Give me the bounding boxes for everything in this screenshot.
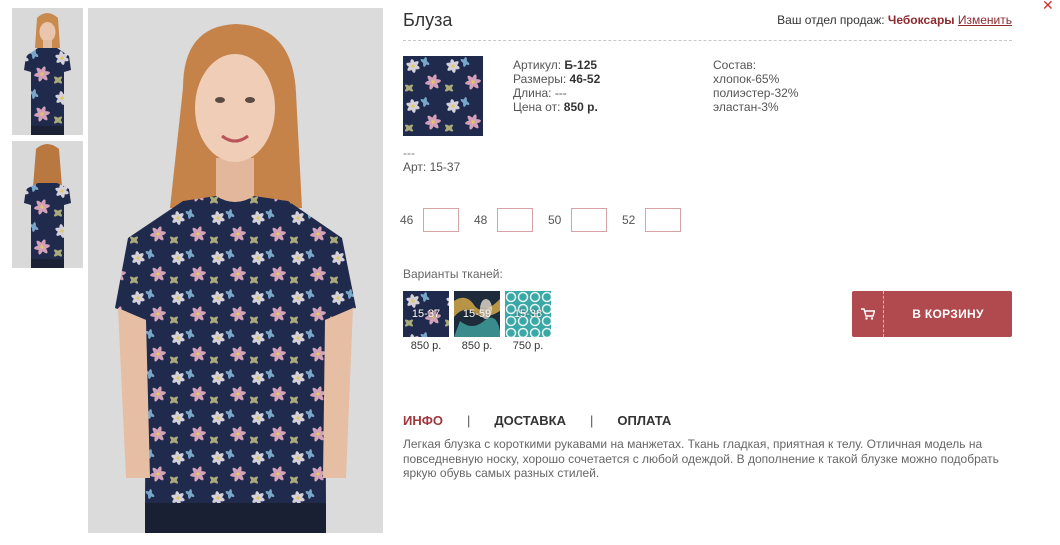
- length-value: ---: [554, 86, 567, 100]
- variant-price: 850 р.: [461, 340, 493, 352]
- thumbnail-back[interactable]: [12, 141, 83, 268]
- product-title: Блуза: [403, 10, 453, 30]
- info-tabs: ИНФО | ДОСТАВКА | ОПЛАТА: [403, 413, 671, 428]
- sizes-row: Размеры: 46-52: [513, 72, 601, 86]
- variant-code: 15-37: [411, 308, 441, 320]
- cart-icon: [852, 291, 884, 337]
- size-label: 46: [400, 213, 414, 227]
- header-divider: [403, 40, 1012, 41]
- size-52-quantity-input[interactable]: [645, 208, 681, 232]
- product-description: Легкая блузка с короткими рукавами на ма…: [403, 437, 999, 480]
- add-to-cart-button[interactable]: В КОРЗИНУ: [852, 291, 1012, 337]
- composition-title: Состав:: [713, 58, 757, 72]
- fabric-variant-15-59[interactable]: 15-59 850 р.: [454, 291, 500, 352]
- size-group-52: 52: [622, 208, 681, 232]
- size-46-quantity-input[interactable]: [423, 208, 459, 232]
- sales-label: Ваш отдел продаж:: [777, 13, 885, 27]
- size-label: 52: [622, 213, 636, 227]
- size-group-50: 50: [548, 208, 607, 232]
- variant-code: 15-38: [513, 308, 543, 320]
- composition-item: эластан-3%: [713, 100, 779, 114]
- tab-payment[interactable]: ОПЛАТА: [617, 413, 671, 428]
- thumbnail-front[interactable]: [12, 8, 83, 135]
- size-group-46: 46: [400, 208, 459, 232]
- main-product-photo: [88, 8, 383, 533]
- sales-city: Чебоксары: [887, 13, 955, 27]
- variant-code: 15-59: [462, 308, 492, 320]
- composition-item: хлопок-65%: [713, 72, 780, 86]
- size-50-quantity-input[interactable]: [571, 208, 607, 232]
- article-value: Б-125: [564, 58, 598, 72]
- close-icon[interactable]: ✕: [1042, 0, 1056, 12]
- sizes-value: 46-52: [569, 72, 601, 86]
- tab-delivery[interactable]: ДОСТАВКА: [494, 413, 566, 428]
- variants-title: Варианты тканей:: [403, 267, 503, 281]
- add-to-cart-label: В КОРЗИНУ: [912, 307, 984, 321]
- variant-swatch: 15-37: [403, 291, 449, 337]
- composition-item: полиэстер-32%: [713, 86, 799, 100]
- variant-price: 750 р.: [512, 340, 544, 352]
- tab-separator: |: [590, 413, 594, 428]
- product-specs: Артикул: Б-125 Размеры: 46-52 Длина: ---…: [513, 58, 600, 114]
- fabric-variant-15-37[interactable]: 15-37 850 р.: [403, 291, 449, 352]
- size-48-quantity-input[interactable]: [497, 208, 533, 232]
- variant-price: 850 р.: [410, 340, 442, 352]
- fabric-variant-15-38[interactable]: 15-38 750 р.: [505, 291, 551, 352]
- price-row: Цена от: 850 р.: [513, 100, 598, 114]
- fabric-dash-note: ---: [403, 146, 415, 160]
- length-row: Длина: ---: [513, 86, 567, 100]
- tab-separator: |: [466, 413, 471, 428]
- variant-swatch: 15-38: [505, 291, 551, 337]
- composition: Состав: хлопок-65% полиэстер-32% эластан…: [713, 58, 798, 114]
- article-row: Артикул: Б-125: [513, 58, 598, 72]
- variant-swatch: 15-59: [454, 291, 500, 337]
- size-label: 50: [548, 213, 562, 227]
- tab-info[interactable]: ИНФО: [403, 413, 443, 428]
- sales-department: Ваш отдел продаж: Чебоксары Изменить: [777, 13, 1012, 27]
- fabric-article: Арт: 15-37: [403, 160, 461, 174]
- change-city-link[interactable]: Изменить: [958, 13, 1012, 27]
- size-group-48: 48: [474, 208, 533, 232]
- fabric-swatch-image: [403, 56, 483, 136]
- size-label: 48: [474, 213, 488, 227]
- price-value: 850 р.: [563, 100, 598, 114]
